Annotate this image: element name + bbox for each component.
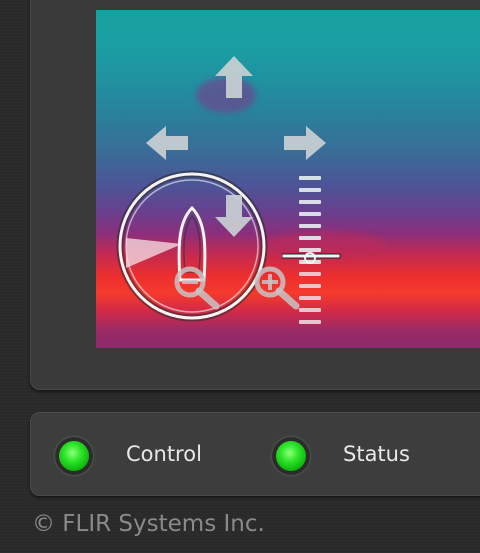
status-indicator-label: Status	[343, 442, 410, 466]
pan-down-arrow-icon[interactable]	[211, 193, 257, 239]
zoom-out-icon[interactable]	[172, 264, 222, 312]
thermal-camera-view[interactable]	[96, 10, 480, 348]
pan-right-arrow-icon[interactable]	[282, 124, 328, 162]
status-panel: Control Status	[30, 412, 480, 496]
zoom-scale-tick	[299, 188, 321, 192]
control-indicator-led	[59, 441, 89, 471]
pan-up-arrow-icon[interactable]	[211, 54, 257, 100]
zoom-scale-tick	[299, 272, 321, 276]
zoom-scale-tick	[299, 320, 321, 324]
pan-left-arrow-icon[interactable]	[144, 124, 190, 162]
zoom-scale-tick	[299, 248, 321, 252]
zoom-scale-tick	[299, 308, 321, 312]
zoom-level-marker[interactable]	[282, 253, 341, 259]
control-indicator-label: Control	[126, 442, 202, 466]
zoom-scale-tick	[299, 200, 321, 204]
zoom-scale-tick	[299, 236, 321, 240]
zoom-scale-tick	[299, 176, 321, 180]
zoom-scale-tick	[299, 296, 321, 300]
zoom-scale-tick	[299, 212, 321, 216]
zoom-scale-tick	[299, 224, 321, 228]
copyright-text: © FLIR Systems Inc.	[32, 511, 265, 537]
zoom-scale-tick	[299, 284, 321, 288]
zoom-level-scale[interactable]	[282, 170, 344, 340]
status-indicator-led	[276, 441, 306, 471]
